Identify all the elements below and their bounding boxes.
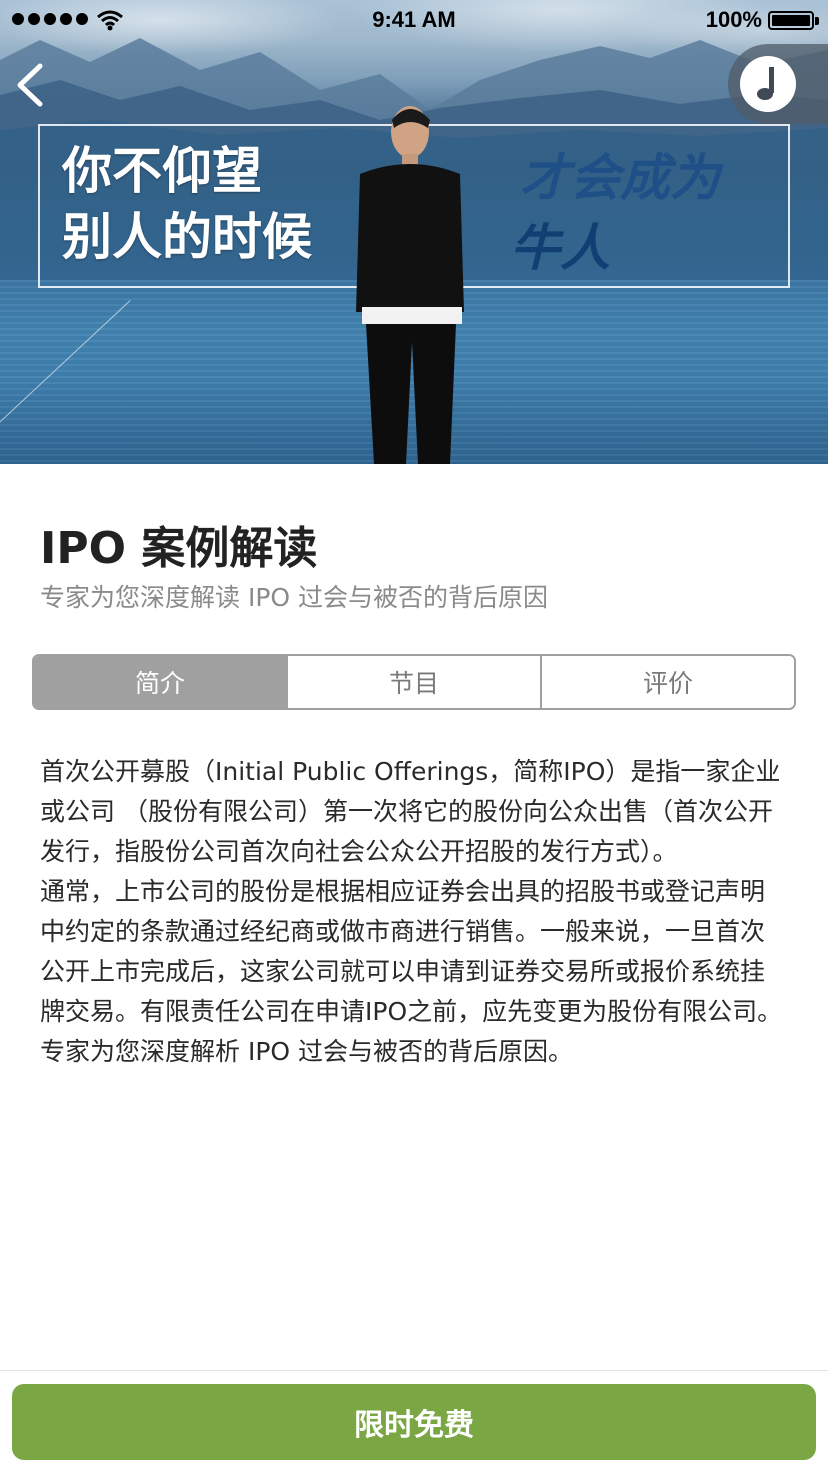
chevron-left-icon <box>17 63 43 107</box>
slogan-left-line2: 别人的时候 <box>62 207 312 266</box>
intro-paragraph-3: 专家为您深度解析 IPO 过会与被否的背后原因。 <box>40 1037 574 1066</box>
battery-icon <box>768 11 814 30</box>
bottom-divider <box>0 1370 828 1371</box>
slogan-right-line2: 牛人 <box>510 219 610 277</box>
back-button[interactable] <box>10 60 54 110</box>
course-subtitle: 专家为您深度解读 IPO 过会与被否的背后原因 <box>40 583 549 612</box>
intro-paragraph-1: 首次公开募股（Initial Public Offerings，简称IPO）是指… <box>40 757 781 866</box>
slogan-right-line1: 才会成为 <box>520 148 720 207</box>
battery-percentage: 100% <box>705 7 762 32</box>
status-bar: 9:41 AM 100% <box>0 0 828 40</box>
person-silhouette <box>356 106 464 464</box>
music-note-icon <box>757 67 774 100</box>
free-limited-time-button[interactable]: 限时免费 <box>12 1384 816 1460</box>
segmented-tabs: 简介 节目 评价 <box>32 654 796 710</box>
status-time: 9:41 AM <box>372 7 456 32</box>
music-button-circle <box>740 56 796 112</box>
slogan-left-line1: 你不仰望 <box>62 141 262 200</box>
tab-reviews[interactable]: 评价 <box>540 656 794 708</box>
intro-paragraph-2: 通常，上市公司的股份是根据相应证券会出具的招股书或登记声明中约定的条款通过经纪商… <box>40 877 783 1026</box>
slogan-left: 你不仰望 别人的时候 <box>62 138 312 270</box>
intro-content: 首次公开募股（Initial Public Offerings，简称IPO）是指… <box>40 752 788 1072</box>
course-title: IPO 案例解读 <box>40 523 318 574</box>
hero-banner: 你不仰望 别人的时候 才会成为 牛人 9:41 AM 100% <box>0 0 828 464</box>
tab-intro[interactable]: 简介 <box>34 656 286 708</box>
battery-nub <box>815 17 819 25</box>
tab-programs[interactable]: 节目 <box>286 656 540 708</box>
music-button[interactable] <box>728 44 828 124</box>
